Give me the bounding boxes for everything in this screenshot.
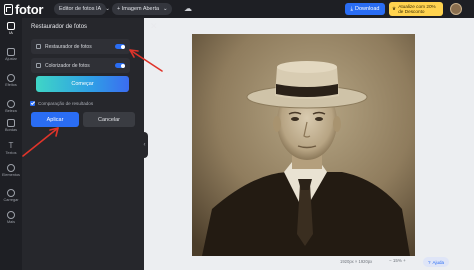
rail-label: IA — [9, 31, 13, 35]
upgrade-label: Atualize com 20% de Desconto — [398, 4, 436, 14]
rail-item-efeitos[interactable]: Efeitos — [0, 74, 22, 87]
rail-item-mais[interactable]: Mais — [0, 211, 22, 224]
colorize-icon — [36, 63, 41, 68]
rail-label: Efeitos — [5, 83, 17, 87]
rail-label: Mais — [6, 220, 16, 224]
editor-tab[interactable]: Editor de fotos IA ⌄ — [54, 3, 110, 15]
avatar[interactable] — [450, 3, 462, 15]
rail-label: Beleza — [5, 109, 17, 113]
upload-cloud-icon — [7, 189, 15, 197]
option-photo-colorizer-label: Colorizador de fotos — [45, 62, 90, 69]
vintage-portrait-image — [192, 34, 415, 256]
crown-icon: ♛ — [392, 6, 397, 12]
help-label: Ajuda — [432, 259, 445, 265]
upgrade-line-2: de Desconto — [398, 9, 425, 14]
rail-item-ia[interactable]: IA — [0, 22, 22, 35]
open-image-button[interactable]: + Imagem Aberta ⌄ — [112, 3, 172, 15]
cancel-button[interactable]: Cancelar — [83, 112, 135, 127]
rail-label: Bordas — [4, 128, 18, 132]
option-photo-restorer[interactable]: Restaurador de fotos — [31, 39, 130, 54]
editor-tab-label: Editor de fotos IA — [59, 6, 102, 12]
fotor-logo[interactable]: fotor — [4, 1, 44, 17]
beauty-icon — [7, 100, 15, 108]
download-button[interactable]: ⤓ Download — [345, 3, 385, 15]
compare-results-checkbox[interactable]: Comparação de resultados — [30, 101, 93, 106]
zoom-value: 15% — [392, 258, 402, 263]
start-button[interactable]: Começar — [36, 76, 129, 92]
chevron-down-icon: ⌄ — [105, 6, 110, 12]
top-bar: fotor Editor de fotos IA ⌄ + Imagem Aber… — [0, 0, 474, 18]
help-icon: ? — [427, 259, 431, 265]
photo-restorer-toggle[interactable] — [115, 44, 125, 49]
chevron-down-icon: ⌄ — [163, 6, 168, 12]
zoom-level[interactable]: − 15% + — [389, 258, 406, 263]
photo-colorizer-toggle[interactable] — [115, 63, 125, 68]
adjust-icon — [7, 48, 15, 56]
rail-item-ajustar[interactable]: Ajustar — [0, 48, 22, 61]
checkbox-checked-icon[interactable] — [30, 101, 35, 106]
rail-label: Ajustar — [5, 57, 17, 61]
effects-icon — [7, 74, 15, 82]
photo-restorer-panel: Restaurador de fotos ✕ — [22, 18, 158, 270]
rail-label: Elementos — [2, 173, 20, 177]
open-image-label: + Imagem Aberta — [117, 6, 160, 12]
apply-button[interactable]: Aplicar — [31, 112, 79, 127]
help-button[interactable]: ? Ajuda — [423, 257, 449, 267]
canvas-size-text: 1920px × 1920px — [340, 259, 373, 264]
logo-text: fotor — [15, 1, 44, 17]
rail-label: Carregar — [3, 198, 19, 202]
more-icon — [7, 211, 15, 219]
download-icon: ⤓ — [350, 5, 353, 12]
zoom-in-icon[interactable]: + — [402, 258, 406, 263]
rail-item-elementos[interactable]: Elementos — [0, 164, 22, 177]
rail-item-carregar[interactable]: Carregar — [0, 189, 22, 202]
collapse-panel-handle[interactable]: ‹ — [141, 132, 148, 158]
canvas-size-readout: 1920px × 1920px — [340, 259, 372, 264]
fotor-logo-icon — [4, 3, 13, 15]
panel-title: Restaurador de fotos — [31, 24, 88, 30]
ai-icon — [7, 22, 15, 30]
tool-rail: IA Ajustar Efeitos Beleza Bordas T Texto… — [0, 18, 22, 270]
upgrade-button[interactable]: ♛ Atualize com 20% de Desconto — [389, 2, 443, 16]
download-label: Download — [354, 6, 380, 12]
option-photo-restorer-label: Restaurador de fotos — [45, 43, 92, 50]
text-icon: T — [8, 141, 14, 150]
compare-results-label: Comparação de resultados — [38, 101, 94, 106]
restore-icon — [36, 44, 41, 49]
option-photo-colorizer[interactable]: Colorizador de fotos — [31, 58, 130, 73]
frame-icon — [7, 119, 15, 127]
cloud-icon[interactable]: ☁ — [184, 4, 194, 13]
rail-label: Textos — [5, 151, 17, 155]
close-icon[interactable]: ✕ — [150, 21, 158, 32]
canvas-photo[interactable] — [192, 34, 415, 256]
elements-icon — [7, 164, 15, 172]
rail-item-bordas[interactable]: Bordas — [0, 119, 22, 132]
rail-item-textos[interactable]: T Textos — [0, 141, 22, 156]
rail-item-beleza[interactable]: Beleza — [0, 100, 22, 113]
